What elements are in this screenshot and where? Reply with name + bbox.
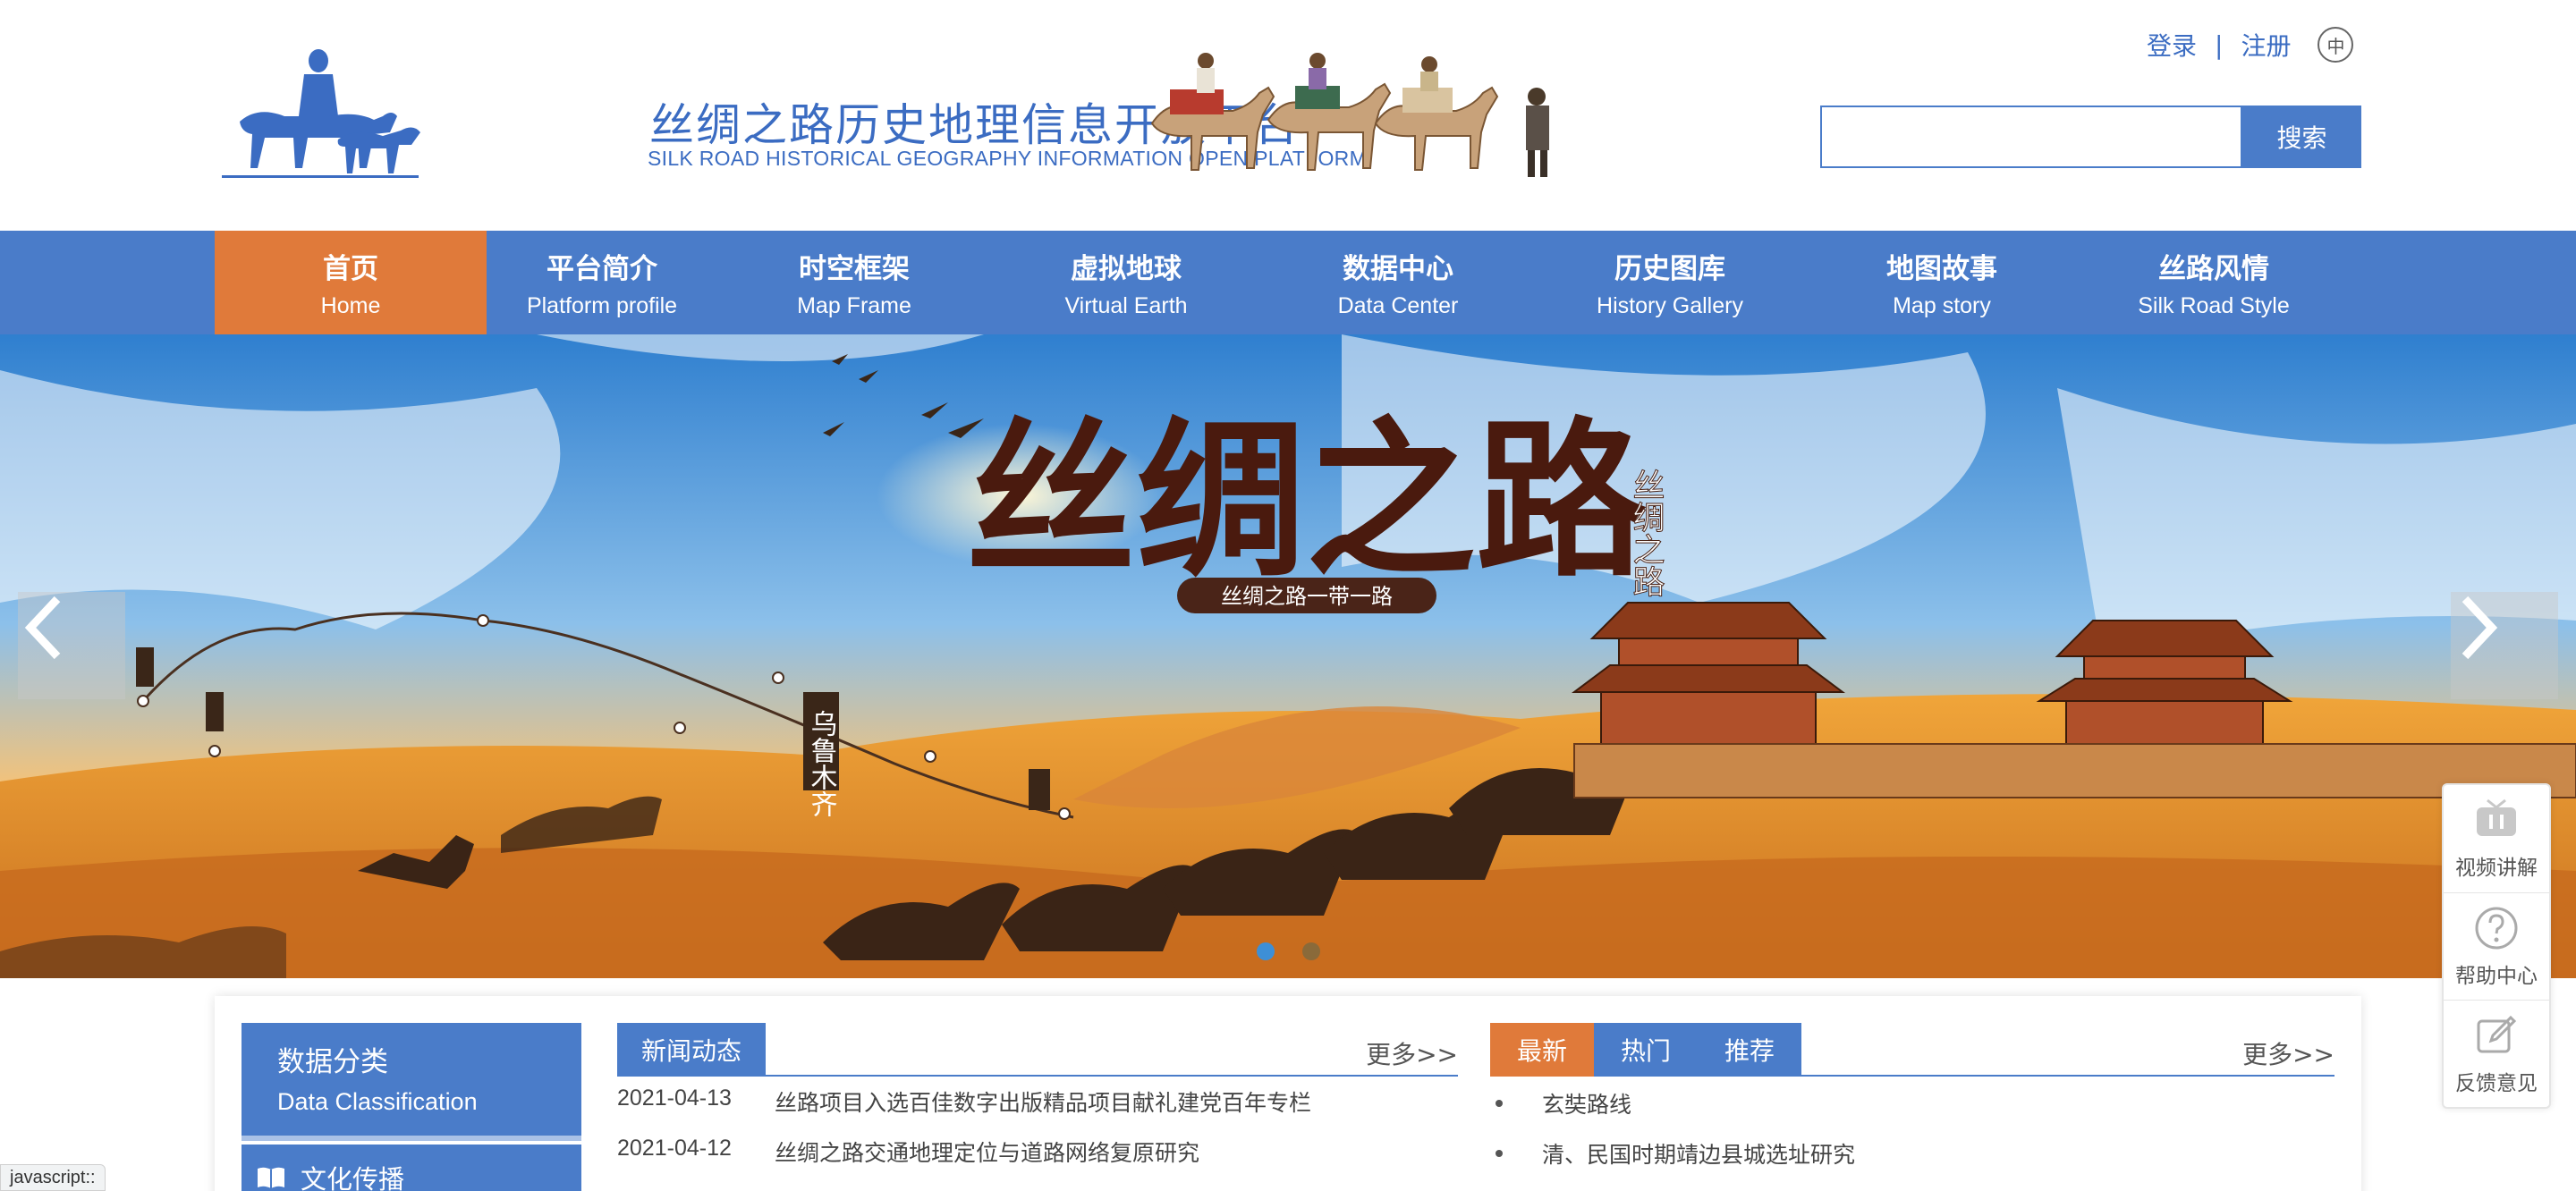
nav-label-cn: 地图故事 (1886, 253, 1997, 285)
nav-label-cn: 平台简介 (547, 253, 657, 285)
tool-label: 反馈意见 (2455, 1071, 2538, 1095)
feedback-button[interactable]: 反馈意见 (2444, 1000, 2549, 1107)
news-title: 丝绸之路交通地理定位与道路网络复原研究 (775, 1140, 1200, 1166)
help-center-button[interactable]: 帮助中心 (2444, 892, 2549, 1000)
tab-latest[interactable]: 最新 (1490, 1023, 1594, 1077)
news-header: 新闻动态 更多>> (617, 1023, 1458, 1077)
banner-slogan: 丝绸之路一带一路 (1177, 578, 1436, 613)
news-title: 丝路项目入选百佳数字出版精品项目献礼建党百年专栏 (775, 1090, 1312, 1116)
hero-banner[interactable]: 丝绸之路 丝绸之路一带一路 丝绸之路 乌鲁木齐 (0, 334, 2576, 978)
news-date: 2021-04-13 (617, 1085, 732, 1111)
category-label: 文化传播 (301, 1164, 405, 1191)
banner-vertical-text: 丝绸之路 (1628, 469, 1665, 597)
data-classification-subtitle: Data Classification (277, 1088, 478, 1115)
data-classification-header: 数据分类 Data Classification (242, 1023, 581, 1136)
camel-caravan-illustration (1150, 53, 1549, 177)
recommend-title: 清、民国时期靖边县城选址研究 (1542, 1142, 1856, 1168)
site-logo[interactable]: 丝绸之路历史地理信息开放平台 SILK ROAD HISTORICAL GEOG… (222, 34, 1581, 204)
site-header: 丝绸之路历史地理信息开放平台 SILK ROAD HISTORICAL GEOG… (0, 0, 2576, 231)
prev-slide-button[interactable] (18, 592, 125, 699)
link-separator: | (2215, 30, 2224, 60)
nav-label-en: History Gallery (1597, 293, 1743, 318)
book-icon (258, 1167, 284, 1188)
nav-label-en: Map Frame (797, 293, 911, 318)
slide-dot-1[interactable] (1257, 942, 1275, 960)
nav-label-en: Home (320, 293, 381, 318)
nav-label-cn: 虚拟地球 (1071, 253, 1182, 285)
edit-icon (2477, 1015, 2517, 1052)
silk-road-banner-image: 丝绸之路 丝绸之路一带一路 丝绸之路 乌鲁木齐 (0, 334, 2576, 978)
slide-dot-2[interactable] (1302, 942, 1320, 960)
news-more-link[interactable]: 更多>> (1366, 1035, 1458, 1071)
next-slide-button[interactable] (2451, 592, 2558, 699)
tab-recommended[interactable]: 推荐 (1698, 1023, 1801, 1077)
tool-label: 帮助中心 (2455, 964, 2538, 988)
nav-label-en: Silk Road Style (2138, 293, 2290, 318)
recommend-header: 最新 热门 推荐 更多>> (1490, 1023, 2334, 1077)
bullet-icon (1496, 1100, 1503, 1107)
search-button[interactable]: 搜索 (2242, 106, 2361, 168)
recommend-title: 玄奘路线 (1542, 1092, 1632, 1118)
login-link[interactable]: 登录 (2147, 27, 2197, 63)
language-switch-icon[interactable]: 中 (2318, 27, 2354, 63)
banner-slogan-text: 丝绸之路一带一路 (1221, 584, 1393, 609)
account-links: 登录 | 注册 中 (2147, 25, 2354, 64)
nav-item-virtual-earth[interactable]: 虚拟地球 Virtual Earth (990, 231, 1262, 334)
nav-label-en: Map story (1893, 293, 1991, 318)
news-item[interactable]: 2021-04-12 丝绸之路交通地理定位与道路网络复原研究 (617, 1136, 1199, 1171)
nav-label-cn: 时空框架 (799, 253, 910, 285)
register-link[interactable]: 注册 (2241, 27, 2291, 63)
camel-rider-logo-icon (222, 49, 420, 178)
help-icon (2475, 907, 2518, 949)
video-guide-button[interactable]: 视频讲解 (2444, 785, 2549, 892)
tool-label: 视频讲解 (2455, 857, 2538, 880)
chevron-right-icon (2462, 596, 2498, 660)
nav-item-platform-profile[interactable]: 平台简介 Platform profile (466, 231, 738, 334)
search-input[interactable] (1820, 106, 2242, 168)
tv-icon (2477, 798, 2516, 836)
category-item-culture[interactable]: 文化传播 (242, 1145, 581, 1191)
nav-item-silk-road-style[interactable]: 丝路风情 Silk Road Style (2078, 231, 2350, 334)
nav-label-cn: 丝路风情 (2158, 253, 2269, 285)
main-nav: 首页 Home 平台简介 Platform profile 时空框架 Map F… (0, 231, 2576, 334)
nav-label-en: Data Center (1337, 293, 1459, 318)
nav-label-cn: 数据中心 (1343, 253, 1453, 285)
data-classification-title: 数据分类 (277, 1046, 388, 1078)
nav-item-history-gallery[interactable]: 历史图库 History Gallery (1534, 231, 1806, 334)
tab-hot[interactable]: 热门 (1594, 1023, 1698, 1077)
side-toolbar: 视频讲解 帮助中心 反馈意见 (2442, 783, 2551, 1109)
nav-label-en: Virtual Earth (1064, 293, 1188, 318)
banner-city-label: 乌鲁木齐 (806, 710, 838, 817)
page: 丝绸之路历史地理信息开放平台 SILK ROAD HISTORICAL GEOG… (0, 0, 2576, 1191)
nav-label-cn: 首页 (323, 253, 378, 285)
nav-label-cn: 历史图库 (1614, 253, 1725, 285)
nav-item-map-story[interactable]: 地图故事 Map story (1806, 231, 2078, 334)
chevron-left-icon (24, 596, 61, 660)
recommend-item[interactable]: 清、民国时期靖边县城选址研究 (1490, 1136, 1855, 1171)
browser-status-bar: javascript:: (0, 1164, 106, 1191)
bullet-icon (1496, 1150, 1503, 1157)
tab-news[interactable]: 新闻动态 (617, 1023, 766, 1077)
content-panel: 数据分类 Data Classification 文化传播 新闻动态 更多>> … (215, 996, 2361, 1191)
news-date: 2021-04-12 (617, 1136, 732, 1161)
nav-item-data-center[interactable]: 数据中心 Data Center (1262, 231, 1534, 334)
recommend-item[interactable]: 玄奘路线 (1490, 1085, 1631, 1121)
recommend-more-link[interactable]: 更多>> (2242, 1035, 2334, 1071)
banner-title: 丝绸之路 (966, 401, 1647, 600)
nav-label-en: Platform profile (526, 293, 678, 318)
nav-item-map-frame[interactable]: 时空框架 Map Frame (718, 231, 990, 334)
nav-item-home[interactable]: 首页 Home (215, 231, 487, 334)
news-item[interactable]: 2021-04-13 丝路项目入选百佳数字出版精品项目献礼建党百年专栏 (617, 1085, 1311, 1121)
